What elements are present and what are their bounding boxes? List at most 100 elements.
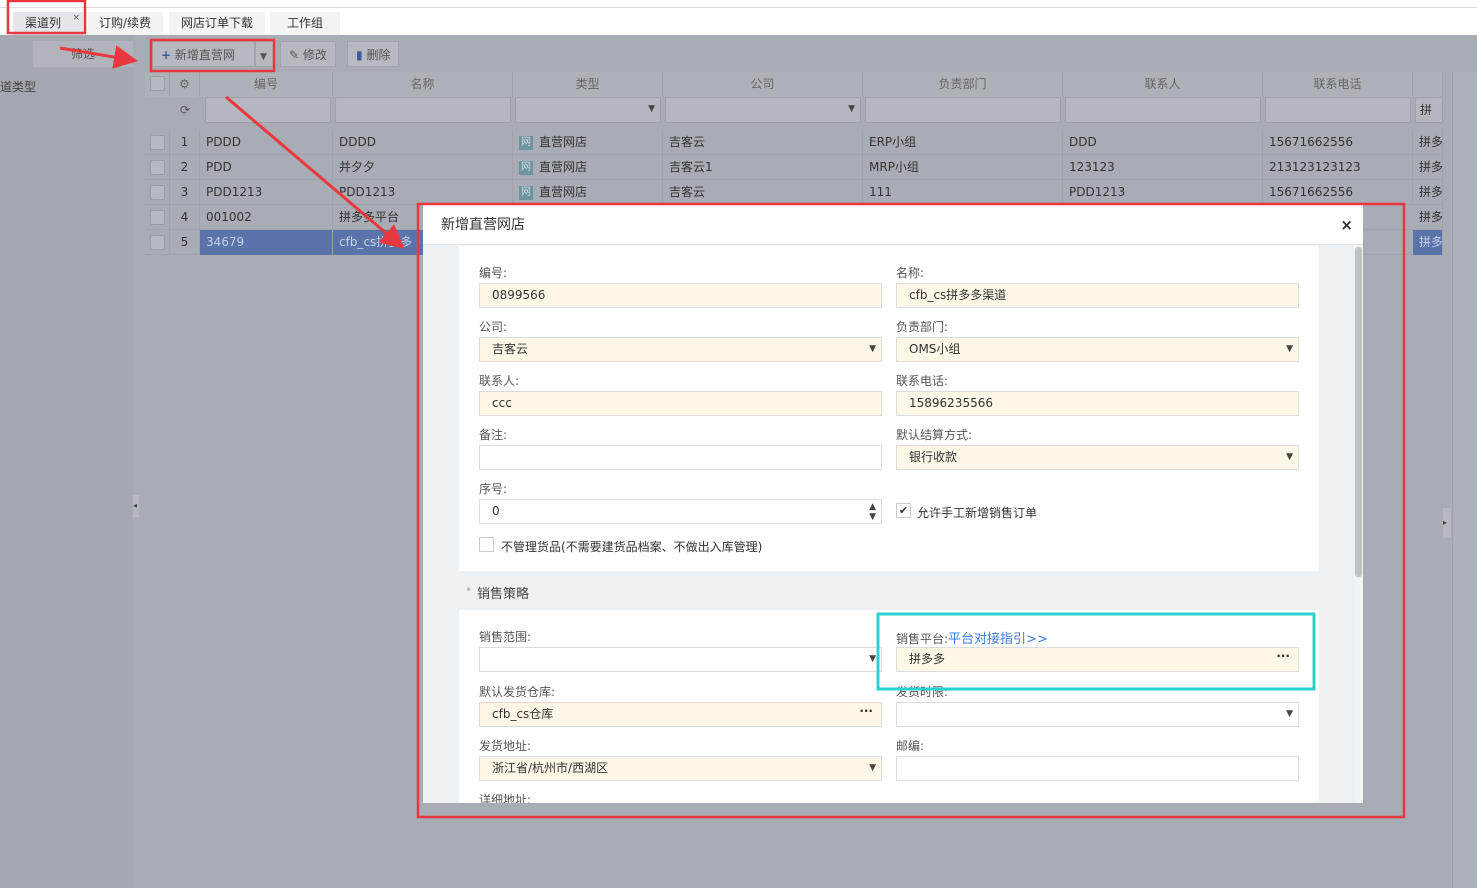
code-input[interactable]: 0899566	[479, 283, 882, 308]
cell-text: 并夕夕	[339, 160, 376, 174]
cell-name: 并夕夕	[333, 155, 513, 180]
allow-manual-checkbox[interactable]: ✔	[896, 503, 911, 518]
store-type-icon: 网	[519, 135, 533, 150]
add-dropdown-button[interactable]: ▼	[255, 41, 275, 67]
scrollbar-thumb[interactable]	[1355, 247, 1362, 577]
delete-button[interactable]: ▮ 删除	[347, 41, 400, 67]
more-icon[interactable]: ···	[1276, 645, 1290, 668]
remark-input[interactable]	[479, 445, 882, 470]
no-goods-checkbox[interactable]	[479, 537, 494, 552]
filter-platform[interactable]: 拼多	[1415, 97, 1443, 123]
cell-type: 网直营网店	[513, 155, 663, 180]
dialog-title: 新增直营网店	[441, 217, 525, 233]
cell-text: 直营网店	[539, 185, 588, 199]
col-phone[interactable]: 联系电话	[1263, 72, 1413, 97]
col-platform[interactable]	[1413, 72, 1443, 97]
address-select[interactable]: 浙江省/杭州市/西湖区 ▼	[479, 756, 882, 781]
cell-text: 34679	[206, 235, 245, 249]
seq-label: 序号:	[479, 482, 508, 496]
table-row[interactable]: 2 PDD 并夕夕网直营网店 吉客云1 MRP小组 123123 213123123123 拼…	[145, 155, 1443, 180]
cell-text: DDD	[1069, 135, 1097, 149]
add-store-button[interactable]: + 新增直营网店	[152, 41, 255, 88]
tab-subscription[interactable]: 订购/续费	[87, 12, 164, 35]
collapse-handle[interactable]: ◂	[133, 495, 139, 517]
filter-type[interactable]: ▼	[515, 97, 661, 123]
filter-contact[interactable]	[1065, 97, 1261, 123]
close-icon[interactable]: ×	[72, 7, 80, 30]
phone-input[interactable]: 15896235566	[896, 391, 1299, 416]
phone-label: 联系电话:	[896, 374, 949, 388]
right-panel	[1452, 72, 1477, 888]
tab-order-download[interactable]: 网店订单下载	[169, 12, 266, 35]
row-select[interactable]	[145, 230, 170, 255]
edit-button[interactable]: ✎ 修改	[280, 41, 336, 67]
cell-text: 15671662556	[1269, 135, 1353, 149]
filter-code[interactable]	[205, 97, 331, 123]
ship-time-select[interactable]: ▼	[896, 702, 1299, 727]
expand-handle[interactable]: ▸	[1443, 508, 1451, 538]
name-input[interactable]: cfb_cs拼多多渠道	[896, 283, 1299, 308]
filter-button[interactable]: 筛选	[33, 41, 133, 67]
tab-workgroup[interactable]: 工作组	[270, 12, 340, 35]
checkbox[interactable]	[150, 160, 165, 175]
settle-select[interactable]: 银行收款 ▼	[896, 445, 1299, 470]
table-row[interactable]: 1 PDDD DDDD 网直营网店 吉客云 ERP小组 DDD 15671662556 拼多	[145, 130, 1443, 155]
company-select[interactable]: 吉客云 ▼	[479, 337, 882, 362]
checkbox[interactable]	[150, 235, 165, 250]
cell-text: 吉客云	[669, 185, 706, 199]
table-row[interactable]: 3 PDD1213 PDD1213 网直营网店 吉客云 111 PDD1213 1567166…	[145, 180, 1443, 205]
cell-text: 001002	[206, 210, 252, 224]
checkbox[interactable]	[150, 210, 165, 225]
more-icon[interactable]: ···	[859, 700, 873, 723]
platform-picker[interactable]: 拼多多 ···	[896, 647, 1299, 672]
stepper-arrows-icon[interactable]: ▲ ▼	[869, 502, 876, 522]
platform-guide-link[interactable]: 平台对接指引>>	[948, 632, 1048, 647]
checkbox[interactable]	[150, 135, 165, 150]
checkbox[interactable]	[150, 76, 165, 91]
settle-label: 默认结算方式:	[896, 428, 973, 442]
col-type[interactable]: 类型	[513, 72, 663, 97]
cell-text: 直营网店	[539, 160, 588, 174]
cell-phone: 15671662556	[1263, 130, 1413, 155]
contact-input[interactable]: ccc	[479, 391, 882, 416]
row-select[interactable]	[145, 205, 170, 230]
checkbox[interactable]	[150, 185, 165, 200]
cell-text: cfb_cs拼多多	[339, 235, 413, 249]
refresh-icon[interactable]: ⟳	[170, 97, 200, 123]
seq-stepper[interactable]: 0 ▲ ▼	[479, 499, 882, 524]
bullet-icon: •	[465, 583, 473, 597]
zip-input[interactable]	[896, 756, 1299, 781]
col-dept[interactable]: 负责部门	[863, 72, 1063, 97]
row-select[interactable]	[145, 155, 170, 180]
cell-contact: PDD1213	[1063, 180, 1263, 205]
allow-manual-label: 允许手工新增销售订单	[917, 506, 1038, 520]
filter-company[interactable]: ▼	[665, 97, 861, 123]
warehouse-picker[interactable]: cfb_cs仓库 ···	[479, 702, 882, 727]
caret-down-icon: ▼	[869, 654, 876, 664]
filter-name[interactable]	[335, 97, 511, 123]
cell-text: PDD1213	[1069, 185, 1126, 199]
row-select[interactable]	[145, 180, 170, 205]
edit-label: 修改	[302, 48, 327, 62]
platform-label: 销售平台:	[896, 632, 949, 646]
col-name[interactable]: 名称	[333, 72, 513, 97]
range-select[interactable]: ▼	[479, 647, 882, 672]
header-select-all[interactable]	[145, 72, 170, 97]
tab-channel-list[interactable]: 渠道列表×	[13, 12, 83, 53]
store-type-icon: 网	[519, 185, 533, 200]
row-select[interactable]	[145, 130, 170, 155]
close-icon[interactable]: ×	[1340, 205, 1353, 245]
col-company[interactable]: 公司	[663, 72, 863, 97]
gear-icon[interactable]: ⚙	[170, 72, 200, 97]
col-code[interactable]: 编号	[200, 72, 333, 97]
filter-phone[interactable]	[1265, 97, 1411, 123]
col-contact[interactable]: 联系人	[1063, 72, 1263, 97]
warehouse-value: cfb_cs仓库	[492, 707, 554, 721]
cell-company: 吉客云	[663, 180, 863, 205]
cell-text: PDD1213	[206, 185, 263, 199]
cell-type: 网直营网店	[513, 130, 663, 155]
dept-select[interactable]: OMS小组 ▼	[896, 337, 1299, 362]
filter-dept[interactable]	[865, 97, 1061, 123]
tab-bar: 渠道列表× 订购/续费 网店订单下载 工作组	[0, 8, 1477, 53]
cell-text: 吉客云1	[669, 160, 713, 174]
